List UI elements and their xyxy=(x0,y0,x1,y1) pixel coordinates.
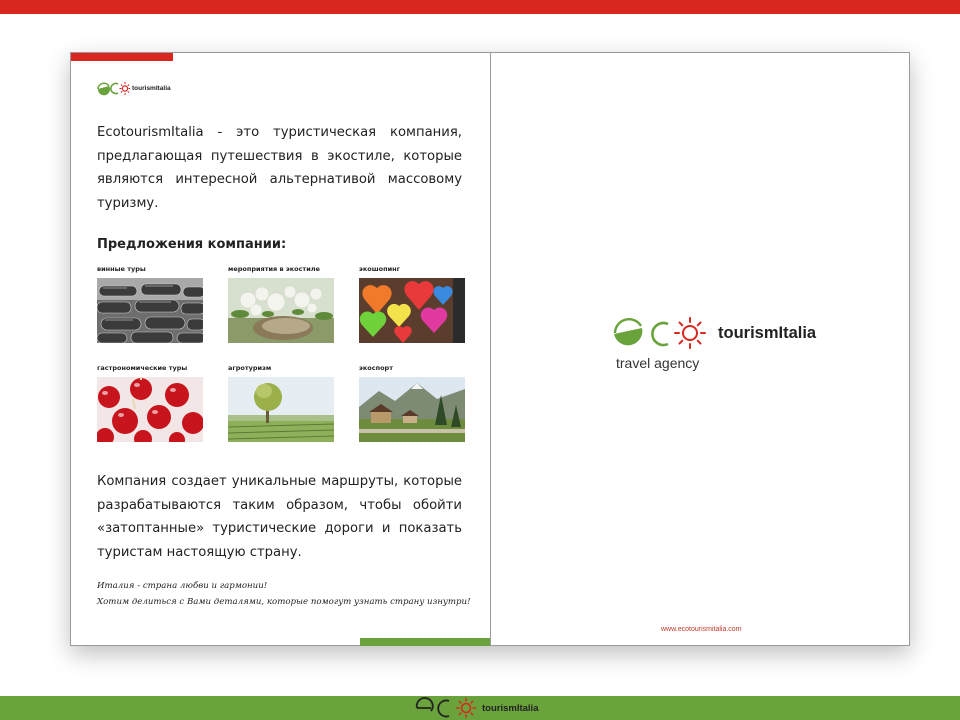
wine-bottles-photo-icon xyxy=(97,278,203,343)
offer-tile-eco-events: мероприятия в экостиле xyxy=(228,265,334,343)
page-divider xyxy=(490,53,491,645)
routes-paragraph: Компания создает уникальные маршруты, ко… xyxy=(97,474,462,560)
script-line-2: Хотим делиться с Вами деталями, которые … xyxy=(97,597,471,607)
eco-logo-large: tourismItalia xyxy=(612,316,816,350)
eco-logo-footer: tourismItalia xyxy=(413,697,539,719)
flowers-table-photo-icon xyxy=(228,278,334,343)
offer-tile-eco-sport: экоспорт xyxy=(359,364,465,442)
eco-logo-small: tourismItalia xyxy=(96,79,171,97)
top-red-bar xyxy=(0,0,960,14)
logo-wordmark-small: tourismItalia xyxy=(132,84,171,92)
tagline: travel agency xyxy=(616,355,700,371)
offer-tile-agrotourism: агротуризм xyxy=(228,364,334,442)
offer-caption: агротуризм xyxy=(228,364,272,372)
offer-tile-eco-shopping: экошопинг xyxy=(359,265,465,343)
candy-apples-photo-icon xyxy=(97,377,203,442)
mountain-village-photo-icon xyxy=(359,377,465,442)
felt-hearts-photo-icon xyxy=(359,278,465,343)
eco-logo-mark-large-icon xyxy=(613,317,706,349)
offer-tile-gastronomy: гастрономические туры xyxy=(97,364,203,442)
offer-caption: мероприятия в экостиле xyxy=(228,265,320,273)
eco-logo-mark-icon xyxy=(97,82,130,96)
vineyard-photo-icon xyxy=(228,377,334,442)
logo-wordmark-large: tourismItalia xyxy=(718,323,817,342)
intro-paragraph: EcotourismItalia - это туристическая ком… xyxy=(97,125,462,211)
brochure-spread: tourismItalia EcotourismItalia - это тур… xyxy=(70,52,910,646)
signature-script: Италия - страна любви и гармонии! Хотим … xyxy=(97,578,477,610)
left-page-green-accent xyxy=(360,638,490,646)
offer-tile-wine: винные туры xyxy=(97,265,203,343)
script-line-1: Италия - страна любви и гармонии! xyxy=(97,581,268,591)
offers-heading: Предложения компании: xyxy=(97,237,287,252)
logo-wordmark-footer: tourismItalia xyxy=(482,702,539,714)
offer-caption: винные туры xyxy=(97,265,146,273)
offer-caption: экошопинг xyxy=(359,265,401,273)
left-page-red-accent xyxy=(71,53,173,61)
eco-logo-mark-footer-icon xyxy=(415,697,477,719)
offer-caption: экоспорт xyxy=(359,364,393,372)
offer-caption: гастрономические туры xyxy=(97,364,188,372)
website-url[interactable]: www.ecotourismitalia.com xyxy=(661,626,742,633)
